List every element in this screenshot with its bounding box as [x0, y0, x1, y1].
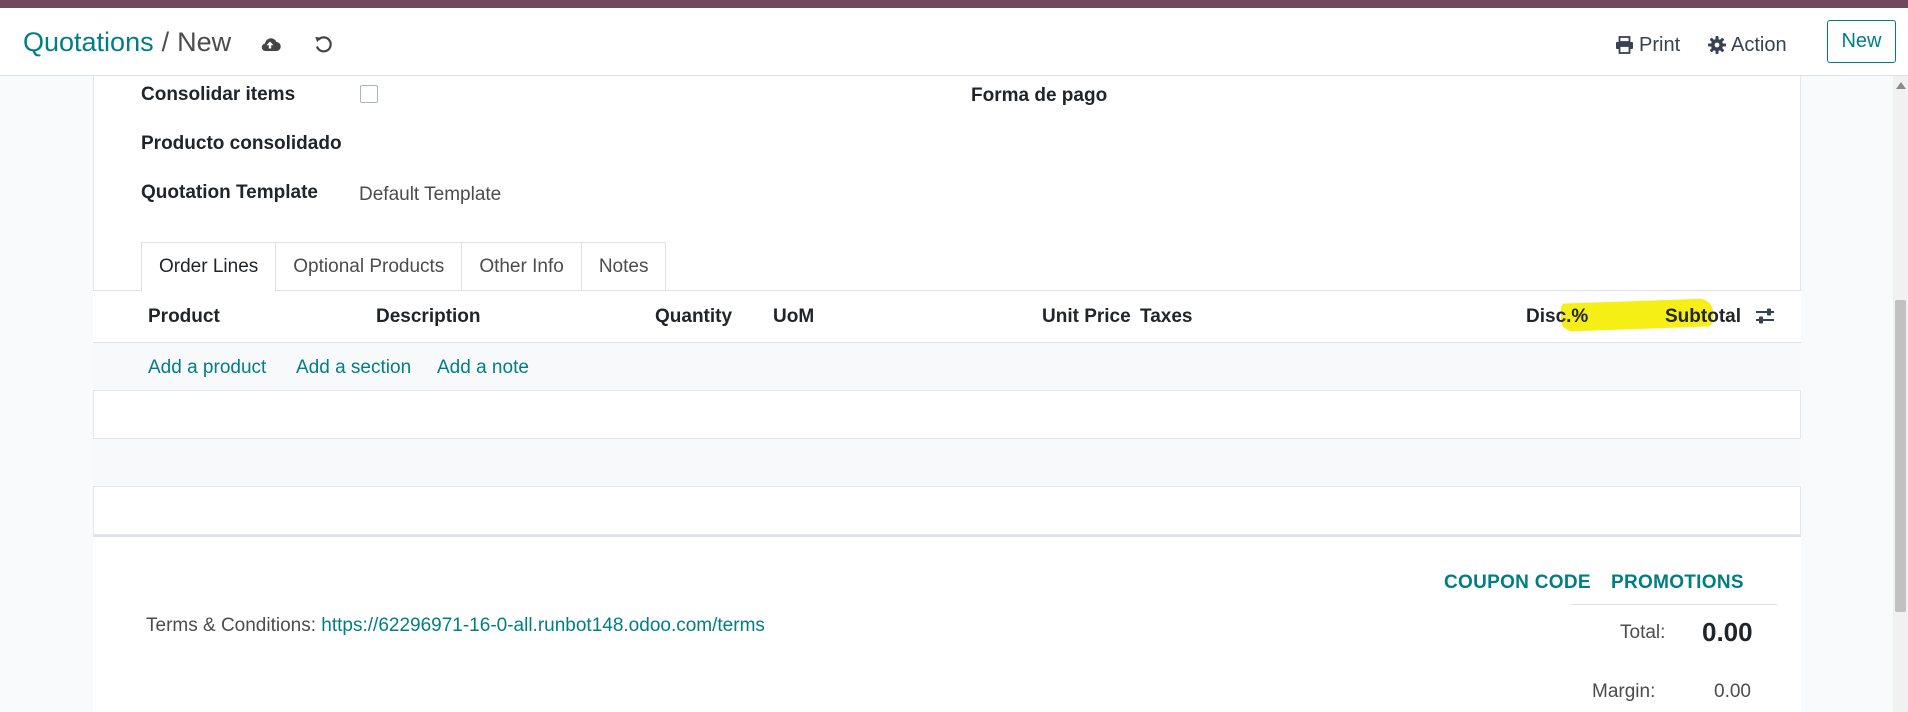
empty-row — [93, 391, 1801, 439]
quotation-template-field[interactable]: Default Template — [359, 184, 501, 206]
control-panel: Quotations / New Print Action New — [0, 8, 1908, 76]
print-icon — [1616, 36, 1633, 54]
tab-order-lines[interactable]: Order Lines — [141, 242, 277, 292]
terms-link[interactable]: https://62296971-16-0-all.runbot148.odoo… — [321, 615, 765, 636]
sliders-icon — [1756, 308, 1774, 324]
order-footer: COUPON CODE PROMOTIONS Terms & Condition… — [93, 535, 1801, 712]
add-note-link[interactable]: Add a note — [437, 357, 529, 379]
margin-label: Margin: — [1592, 681, 1656, 702]
cloud-upload-icon — [261, 38, 281, 52]
tab-optional-products[interactable]: Optional Products — [275, 242, 463, 291]
column-description[interactable]: Description — [376, 306, 481, 328]
column-unit-price[interactable]: Unit Price — [1042, 306, 1131, 328]
coupon-code-button[interactable]: COUPON CODE — [1444, 572, 1591, 594]
breadcrumb-separator: / — [161, 27, 170, 57]
save-button[interactable] — [256, 30, 284, 58]
add-product-link[interactable]: Add a product — [148, 357, 266, 379]
total-amount: 0.00 — [1702, 617, 1753, 647]
column-discount[interactable]: Disc.% — [1526, 306, 1588, 328]
totals-divider — [1571, 604, 1777, 605]
empty-row — [93, 439, 1801, 487]
column-product[interactable]: Product — [148, 306, 220, 328]
notebook-tabs: Order Lines Optional Products Other Info… — [141, 242, 667, 292]
print-label: Print — [1639, 33, 1681, 56]
discard-button[interactable] — [309, 30, 337, 58]
optional-columns-toggle[interactable] — [1755, 307, 1775, 330]
print-button[interactable]: Print — [1615, 30, 1680, 60]
breadcrumb-quotations-link[interactable]: Quotations — [23, 27, 154, 57]
gear-icon — [1708, 36, 1726, 54]
column-subtotal[interactable]: Subtotal — [1665, 306, 1741, 328]
consolidar-items-label: Consolidar items — [141, 84, 296, 105]
empty-row — [93, 487, 1801, 535]
undo-icon — [315, 36, 332, 53]
promotions-button[interactable]: PROMOTIONS — [1611, 572, 1744, 594]
producto-consolidado-label: Producto consolidado — [141, 133, 342, 154]
table-header: Product Description Quantity UoM Unit Pr… — [93, 291, 1801, 343]
action-label: Action — [1731, 33, 1787, 56]
forma-de-pago-label: Forma de pago — [971, 85, 1108, 106]
quotation-template-label: Quotation Template — [141, 182, 318, 203]
terms-and-conditions: Terms & Conditions: https://62296971-16-… — [146, 615, 765, 637]
add-line-row: Add a product Add a section Add a note — [93, 343, 1801, 391]
breadcrumb: Quotations / New — [23, 26, 231, 58]
action-button[interactable]: Action — [1708, 30, 1787, 60]
column-uom[interactable]: UoM — [773, 306, 814, 328]
tab-notes[interactable]: Notes — [580, 242, 667, 291]
scrollbar-thumb[interactable] — [1895, 300, 1906, 612]
consolidar-items-checkbox[interactable] — [360, 85, 378, 103]
total-label: Total: — [1620, 622, 1666, 643]
order-lines-table: Product Description Quantity UoM Unit Pr… — [93, 290, 1801, 535]
terms-label: Terms & Conditions: — [146, 615, 317, 636]
tab-other-info[interactable]: Other Info — [461, 242, 582, 291]
new-button[interactable]: New — [1827, 20, 1896, 63]
brand-top-bar — [0, 0, 1908, 8]
add-section-link[interactable]: Add a section — [296, 357, 411, 379]
margin-amount: 0.00 — [1714, 681, 1751, 702]
breadcrumb-current: New — [177, 27, 232, 57]
column-quantity[interactable]: Quantity — [655, 306, 732, 328]
scroll-up-arrow-icon[interactable] — [1896, 82, 1906, 89]
column-taxes[interactable]: Taxes — [1140, 306, 1192, 328]
